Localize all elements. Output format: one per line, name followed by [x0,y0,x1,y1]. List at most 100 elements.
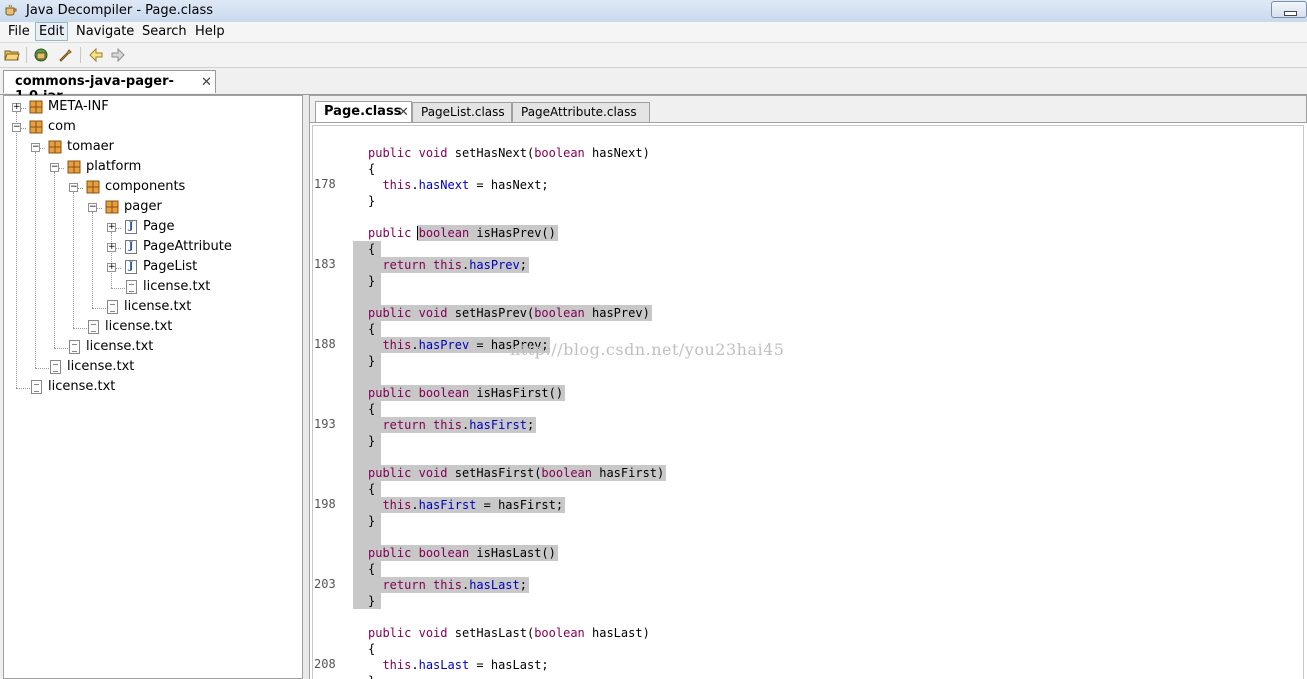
menu-edit[interactable]: Edit [35,22,69,41]
selection-highlight [353,529,381,545]
collapse-icon[interactable]: − [69,183,78,192]
code-view[interactable]: public void setHasNext(boolean hasNext) {… [312,125,1304,679]
code-line: } [368,673,375,679]
package-tree: + META-INF − com − tomaer − platform − c… [3,95,303,679]
line-number: 203 [314,577,336,591]
code-line: return this.hasFirst; [382,418,535,432]
minimize-button[interactable] [1271,1,1307,18]
package-icon [29,100,43,114]
menu-bar: File Edit Navigate Search Help [0,22,1307,43]
package-icon [48,140,62,154]
menu-navigate[interactable]: Navigate [73,23,137,40]
expand-icon[interactable]: + [107,223,116,232]
back-arrow-icon[interactable] [88,47,104,63]
code-line: this.hasFirst = hasFirst; [382,498,564,512]
text-file-icon [126,280,137,294]
code-line: { [368,162,376,176]
menu-help[interactable]: Help [192,23,228,40]
text-file-icon [107,300,118,314]
collapse-icon[interactable]: − [12,123,21,132]
code-line: { [368,402,376,416]
line-number: 188 [314,337,336,351]
collapse-icon[interactable]: − [88,203,97,212]
code-line: } [368,514,376,528]
line-number: 193 [314,417,336,431]
java-class-icon: J [125,220,137,234]
line-number-gutter [313,126,351,679]
open-type-icon[interactable] [33,47,49,63]
expand-icon[interactable]: + [107,243,116,252]
folder-open-icon[interactable] [4,47,20,63]
close-icon[interactable]: ✕ [201,75,212,90]
code-line: public void setHasNext(boolean hasNext) [368,146,650,160]
package-icon [67,160,81,174]
code-line: this.hasLast = hasLast; [382,658,549,672]
tab-pagelist-class[interactable]: PageList.class [412,102,512,122]
text-file-icon [88,320,99,334]
window-title: Java Decompiler - Page.class [26,3,214,18]
java-class-icon: J [125,260,137,274]
code-line: { [368,562,376,576]
selection-highlight [353,449,381,465]
code-line: public boolean isHasPrev() [368,226,556,240]
title-bar: Java Decompiler - Page.class [0,0,1307,23]
forward-arrow-icon[interactable] [110,47,126,63]
line-number: 208 [314,657,336,671]
text-file-icon [31,380,42,394]
java-class-icon: J [125,240,137,254]
tab-page-class[interactable]: Page.class ✕ [315,101,412,123]
package-icon [86,180,100,194]
package-icon [29,120,43,134]
code-line: return this.hasLast; [382,578,527,592]
code-line: } [368,354,376,368]
selection-highlight [353,273,381,289]
watermark: http://blog.csdn.net/you23hai45 [510,340,785,359]
collapse-icon[interactable]: − [31,143,40,152]
selection-highlight [353,433,381,449]
selection-highlight [353,321,381,337]
menu-file[interactable]: File [5,23,33,40]
line-number: 198 [314,497,336,511]
code-line: { [368,242,376,256]
code-line: { [368,642,376,656]
code-line: public boolean isHasFirst() [368,386,564,400]
code-line: return this.hasPrev; [382,258,527,272]
code-line: public boolean isHasLast() [368,546,556,560]
selection-highlight [353,513,381,529]
text-caret [417,226,418,240]
toolbar [0,43,1307,68]
code-line: } [368,594,376,608]
code-line: public void setHasPrev(boolean hasPrev) [368,306,650,320]
code-line: } [368,194,376,208]
selection-highlight [353,353,381,369]
line-number: 183 [314,257,336,271]
file-tab[interactable]: commons-java-pager-1.0.jar ✕ [3,70,216,104]
code-line: public void setHasFirst(boolean hasFirst… [368,466,665,480]
code-line: { [368,322,376,336]
code-line: } [368,434,376,448]
code-line: this.hasNext = hasNext; [382,178,549,192]
code-line: public void setHasLast(boolean hasLast) [368,626,650,640]
selection-highlight [353,561,381,577]
selection-highlight [353,369,381,385]
package-icon [105,200,119,214]
selection-highlight [353,401,381,417]
selection-highlight [353,289,381,305]
text-file-icon [69,340,80,354]
code-line: { [368,482,376,496]
file-tab-bar: commons-java-pager-1.0.jar ✕ [0,68,1307,104]
collapse-icon[interactable]: − [50,163,59,172]
line-number: 178 [314,177,336,191]
selection-highlight [353,593,381,609]
expand-icon[interactable]: + [12,103,21,112]
tab-pageattribute-class[interactable]: PageAttribute.class [512,102,650,122]
code-editor[interactable]: public void setHasNext(boolean hasNext) {… [309,122,1307,679]
close-icon[interactable]: ✕ [398,104,409,122]
menu-search[interactable]: Search [139,23,190,40]
code-tab-bar: Page.class ✕ PageList.class PageAttribut… [309,95,1307,123]
wrench-icon[interactable] [57,47,73,63]
selection-highlight [353,241,381,257]
text-file-icon [50,360,61,374]
selection-highlight [353,481,381,497]
expand-icon[interactable]: + [107,263,116,272]
